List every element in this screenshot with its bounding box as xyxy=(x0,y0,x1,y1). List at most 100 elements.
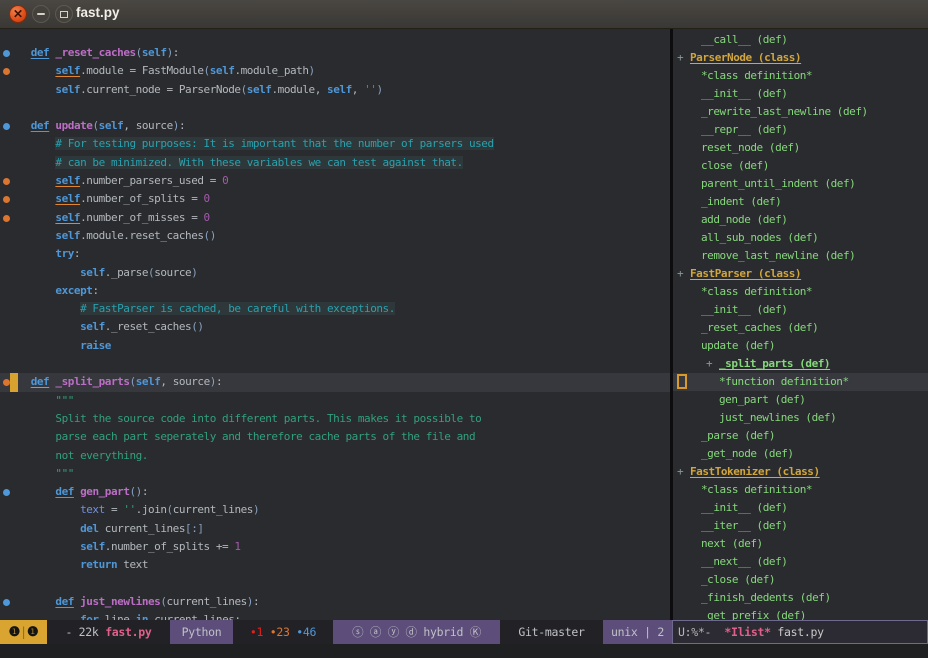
encoding-segment[interactable]: unix | 2 xyxy=(603,620,672,644)
code-token xyxy=(6,522,80,535)
imenu-entry[interactable]: __iter__ (def) xyxy=(673,517,928,535)
imenu-entry[interactable]: __init__ (def) xyxy=(673,499,928,517)
buffer-info-segment[interactable]: - 22k fast.py xyxy=(47,620,170,644)
imenu-entry[interactable]: remove_last_newline (def) xyxy=(673,247,928,265)
code-line[interactable] xyxy=(0,99,670,117)
imenu-entry[interactable]: +_split_parts (def) xyxy=(673,355,928,373)
emacs-window: ✕ fast.py def _reset_caches(self): self.… xyxy=(0,0,928,658)
code-line[interactable]: """ xyxy=(0,465,670,483)
code-token: ._reset_caches xyxy=(105,320,191,333)
imenu-entry[interactable]: all_sub_nodes (def) xyxy=(673,229,928,247)
imenu-entry[interactable]: _get_prefix (def) xyxy=(673,607,928,620)
imenu-entry[interactable]: _get_node (def) xyxy=(673,445,928,463)
expand-icon[interactable]: + xyxy=(677,49,683,67)
imenu-entry[interactable]: _finish_dedents (def) xyxy=(673,589,928,607)
code-line[interactable] xyxy=(0,355,670,373)
close-button[interactable]: ✕ xyxy=(9,5,27,23)
code-line[interactable]: # For testing purposes: It is important … xyxy=(0,135,670,153)
minimize-button[interactable] xyxy=(32,5,50,23)
window-number-segment[interactable]: ❶|❶ xyxy=(0,620,47,644)
imenu-entry[interactable]: _indent (def) xyxy=(673,193,928,211)
modeline-imenu[interactable]: U:%*- *Ilist* fast.py xyxy=(672,620,928,644)
imenu-entry[interactable]: add_node (def) xyxy=(673,211,928,229)
imenu-entry[interactable]: close (def) xyxy=(673,157,928,175)
code-line[interactable]: except: xyxy=(0,282,670,300)
code-line[interactable]: self.module.reset_caches() xyxy=(0,227,670,245)
code-line[interactable]: try: xyxy=(0,245,670,263)
imenu-entry[interactable]: +ParserNode (class) xyxy=(673,49,928,67)
imenu-entry[interactable]: _parse (def) xyxy=(673,427,928,445)
imenu-entry[interactable]: +FastTokenizer (class) xyxy=(673,463,928,481)
code-line[interactable]: Split the source code into different par… xyxy=(0,410,670,428)
minor-modes-segment[interactable]: ⓢ ⓐ ⓨ ⓓ hybrid Ⓚ xyxy=(333,620,500,644)
code-line[interactable]: def _split_parts(self, source): xyxy=(0,373,670,391)
buffer-name[interactable]: *Ilist* xyxy=(724,625,770,639)
imenu-entry[interactable]: *function definition* xyxy=(673,373,928,391)
imenu-entry-label: FastTokenizer (class) xyxy=(673,463,820,481)
code-line[interactable]: self.number_parsers_used = 0 xyxy=(0,172,670,190)
imenu-entry[interactable]: +FastParser (class) xyxy=(673,265,928,283)
imenu-entry[interactable]: *class definition* xyxy=(673,283,928,301)
code-token: self xyxy=(55,192,80,205)
imenu-entry[interactable]: parent_until_indent (def) xyxy=(673,175,928,193)
modeline-text: •46 xyxy=(296,625,316,639)
flycheck-segment[interactable]: •1 •23 •46 xyxy=(233,620,333,644)
code-line[interactable]: text = ''.join(current_lines) xyxy=(0,501,670,519)
imenu-list-panel[interactable]: __call__ (def)+ParserNode (class)*class … xyxy=(673,29,928,620)
imenu-entry[interactable]: __init__ (def) xyxy=(673,301,928,319)
imenu-entry[interactable]: next (def) xyxy=(673,535,928,553)
code-line[interactable] xyxy=(0,575,670,593)
imenu-entry[interactable]: _rewrite_last_newline (def) xyxy=(673,103,928,121)
code-line[interactable]: self.number_of_splits += 1 xyxy=(0,538,670,556)
echo-area[interactable] xyxy=(0,644,928,658)
expand-icon[interactable]: + xyxy=(706,355,712,373)
code-line[interactable]: self.module = FastModule(self.module_pat… xyxy=(0,62,670,80)
imenu-entry[interactable]: __call__ (def) xyxy=(673,31,928,49)
code-token: .number_parsers_used = xyxy=(80,174,222,187)
code-line[interactable]: def _reset_caches(self): xyxy=(0,44,670,62)
imenu-entry[interactable]: *class definition* xyxy=(673,481,928,499)
code-line[interactable]: self.number_of_misses = 0 xyxy=(0,209,670,227)
major-mode-segment[interactable]: Python xyxy=(170,620,233,644)
code-line[interactable]: def just_newlines(current_lines): xyxy=(0,593,670,611)
imenu-entry[interactable]: gen_part (def) xyxy=(673,391,928,409)
code-line[interactable]: def update(self, source): xyxy=(0,117,670,135)
imenu-entry[interactable]: _close (def) xyxy=(673,571,928,589)
imenu-entry[interactable]: __repr__ (def) xyxy=(673,121,928,139)
code-token: , source xyxy=(160,375,209,388)
imenu-entry[interactable]: *class definition* xyxy=(673,67,928,85)
imenu-entry[interactable]: __next__ (def) xyxy=(673,553,928,571)
code-line[interactable]: def gen_part(): xyxy=(0,483,670,501)
modeline-main: ❶|❶- 22k fast.pyPython•1 •23 •46ⓢ ⓐ ⓨ ⓓ … xyxy=(0,620,672,644)
code-line[interactable]: self.number_of_splits = 0 xyxy=(0,190,670,208)
code-editor[interactable]: def _reset_caches(self): self.module = F… xyxy=(0,29,670,620)
code-line[interactable]: raise xyxy=(0,337,670,355)
imenu-entry[interactable]: _reset_caches (def) xyxy=(673,319,928,337)
code-line[interactable]: for line in current_lines: xyxy=(0,611,670,620)
code-line[interactable]: self._reset_caches() xyxy=(0,318,670,336)
imenu-entry-label: parent_until_indent (def) xyxy=(673,175,855,193)
code-line[interactable]: del current_lines[:] xyxy=(0,520,670,538)
version-control-segment[interactable]: Git-master xyxy=(500,620,603,644)
imenu-entry[interactable]: just_newlines (def) xyxy=(673,409,928,427)
imenu-entry[interactable]: update (def) xyxy=(673,337,928,355)
code-token: self xyxy=(80,320,105,333)
titlebar[interactable]: ✕ fast.py xyxy=(0,0,928,29)
code-line[interactable]: # FastParser is cached, be careful with … xyxy=(0,300,670,318)
code-line[interactable]: return text xyxy=(0,556,670,574)
code-token xyxy=(6,339,80,352)
maximize-button[interactable] xyxy=(55,5,73,23)
imenu-entry[interactable]: reset_node (def) xyxy=(673,139,928,157)
modeline-text: ❶ xyxy=(9,625,20,640)
code-line[interactable]: parse each part seperately and therefore… xyxy=(0,428,670,446)
code-line[interactable]: """ xyxy=(0,392,670,410)
imenu-entry-label: __repr__ (def) xyxy=(673,121,787,139)
expand-icon[interactable]: + xyxy=(677,265,683,283)
code-line[interactable]: self._parse(source) xyxy=(0,264,670,282)
code-line[interactable]: not everything. xyxy=(0,447,670,465)
code-line[interactable]: # can be minimized. With these variables… xyxy=(0,154,670,172)
code-line[interactable]: self.current_node = ParserNode(self.modu… xyxy=(0,81,670,99)
expand-icon[interactable]: + xyxy=(677,463,683,481)
code-token xyxy=(6,174,55,187)
imenu-entry[interactable]: __init__ (def) xyxy=(673,85,928,103)
